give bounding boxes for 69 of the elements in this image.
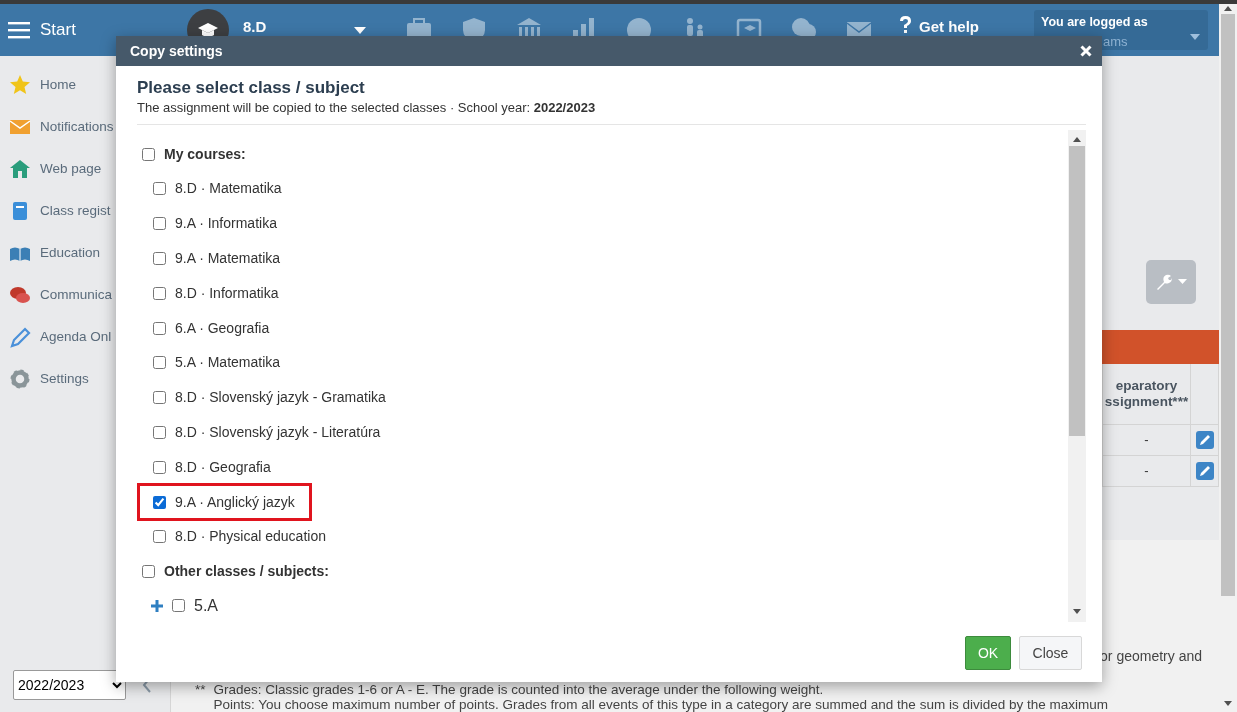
option-label[interactable]: 8.D · Physical education <box>175 526 326 548</box>
checkbox[interactable] <box>153 321 166 335</box>
table-cell: - <box>1103 425 1191 456</box>
checkbox[interactable] <box>153 252 166 265</box>
checkbox[interactable] <box>153 286 166 300</box>
footnote-text: Points: You choose maximum number of points. Grades from all events of this type in a category are summed and the sum is divided by the maximum <box>213 697 1108 712</box>
sidebar-item[interactable]: Settings <box>0 358 170 400</box>
sidebar-item[interactable]: Agenda Onl <box>0 316 170 358</box>
option-label[interactable]: 8.D · Informatika <box>175 282 279 304</box>
question-icon <box>900 15 911 33</box>
year-select[interactable]: 2022/2023 <box>13 670 126 700</box>
option-label[interactable]: 5.A <box>194 593 218 618</box>
class-name: 8.D <box>243 17 268 37</box>
sidebar-item[interactable]: Class regist <box>0 190 170 232</box>
graduation-cap-icon <box>197 22 219 38</box>
table-cell: - <box>1103 456 1191 487</box>
option-label[interactable]: 9.A · Anglický jazyk <box>175 491 295 513</box>
gear-icon <box>9 368 31 390</box>
footnote-mark: ** <box>195 682 206 699</box>
menu-icon <box>8 21 30 39</box>
checkbox[interactable] <box>153 391 166 405</box>
close-button[interactable]: Close <box>1019 636 1082 670</box>
pencil-icon[interactable] <box>1195 462 1214 480</box>
checkbox[interactable] <box>153 182 166 196</box>
checkbox[interactable] <box>153 425 166 439</box>
scrollbar-thumb[interactable] <box>1221 14 1235 596</box>
star-icon <box>9 74 31 96</box>
pen-icon <box>9 326 31 348</box>
caret-icon <box>1178 279 1187 285</box>
scroll-down-arrow-icon[interactable] <box>1223 700 1233 708</box>
checkbox[interactable] <box>142 564 155 578</box>
option-label[interactable]: 9.A · Informatika <box>175 213 277 235</box>
help-button[interactable]: Get help <box>894 14 985 40</box>
option-label[interactable]: 8.D · Slovenský jazyk - Literatúra <box>175 421 381 443</box>
option-label[interactable]: 9.A · Matematika <box>175 248 281 269</box>
option-label[interactable]: 8.D · Matematika <box>175 178 282 200</box>
caret-icon <box>1190 34 1200 41</box>
dialog-subtitle: The assignment will be copied to the selected classes · School year: 2022/2023 <box>137 98 1086 125</box>
sidebar-item[interactable]: Education <box>0 232 170 274</box>
option-label[interactable]: 8.D · Slovenský jazyk - Gramatika <box>175 387 386 409</box>
chat-icon <box>9 284 31 306</box>
dialog-heading: Please select class / subject <box>137 78 366 98</box>
checkbox[interactable] <box>153 530 166 544</box>
scroll-down-arrow-icon[interactable] <box>1072 607 1082 616</box>
sidebar-item[interactable]: Communica <box>0 274 170 316</box>
option-label[interactable]: 6.A · Geografia <box>175 317 270 339</box>
checkbox[interactable] <box>142 148 155 161</box>
user-name: ams <box>1103 32 1128 51</box>
checkbox[interactable] <box>153 356 166 370</box>
plus-icon[interactable] <box>151 599 163 612</box>
checkbox[interactable] <box>172 599 185 613</box>
scrollbar-thumb[interactable] <box>1069 145 1085 436</box>
group-label[interactable]: My courses: <box>164 144 246 165</box>
account-label: You are logged as <box>1041 14 1149 31</box>
option-label[interactable]: 5.A · Matematika <box>175 352 281 374</box>
footnote-text: Grades: Classic grades 1-6 or A - E. The grade is counted into the average under the following weight. <box>213 682 825 697</box>
wrench-icon <box>1155 273 1173 291</box>
house-icon <box>9 158 31 180</box>
option-label[interactable]: 8.D · Geografia <box>175 456 271 478</box>
scroll-up-arrow-icon[interactable] <box>1223 4 1233 12</box>
pencil-icon[interactable] <box>1195 431 1214 449</box>
group-label[interactable]: Other classes / subjects: <box>164 560 329 582</box>
checkbox[interactable] <box>153 495 166 509</box>
dialog-title: Copy settings <box>130 41 223 61</box>
checkbox[interactable] <box>153 460 166 474</box>
column-header: ssignment*** <box>1104 394 1189 410</box>
column-header: eparatory <box>1115 378 1178 394</box>
checkbox[interactable] <box>153 217 166 231</box>
close-button[interactable] <box>1080 45 1092 57</box>
